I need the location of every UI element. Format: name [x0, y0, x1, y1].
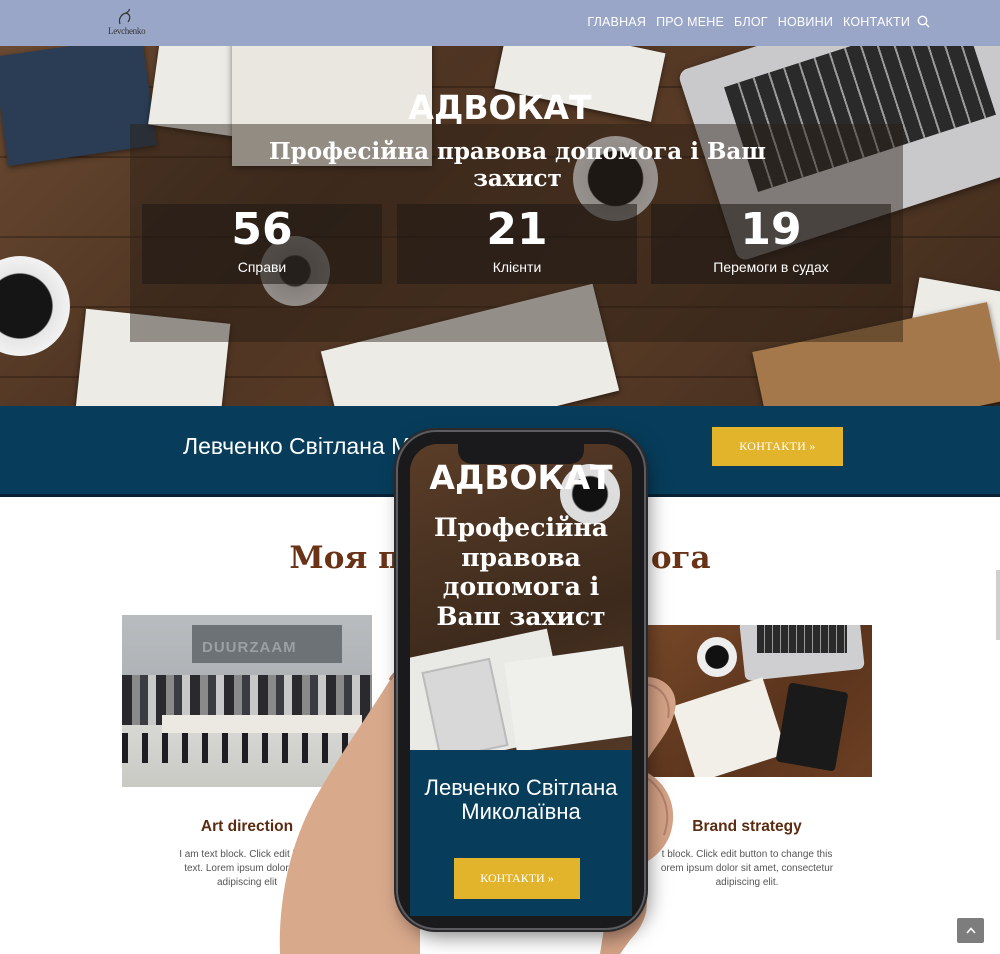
stat-label-cases: Справи — [237, 259, 287, 275]
lawyer-name: Левченко Світлана М — [183, 433, 411, 459]
stat-value-wins: 19 — [740, 204, 802, 255]
phone-lawyer-name: Левченко Світлана Миколаївна — [424, 775, 618, 824]
chevron-up-icon — [965, 927, 976, 934]
phone-hero-subtitle: Професійна правова допомога і Ваш захист — [434, 513, 608, 631]
phone-contacts-button[interactable]: КОНТАКТИ » — [454, 858, 580, 899]
logo[interactable]: Levchenko — [108, 8, 152, 38]
hero-subtitle: Професійна правова допомога і Ваш захист — [268, 138, 767, 192]
stat-value-cases: 56 — [231, 204, 293, 255]
page: АДВОКАТ Професійна правова допомога і Ва… — [0, 0, 1000, 954]
site-header: Levchenko ГЛАВНАЯ ПРО МЕНЕ БЛОГ НОВИНИ К… — [0, 0, 1000, 46]
search-icon[interactable] — [917, 15, 930, 33]
scroll-to-top-button[interactable] — [957, 918, 984, 943]
hero-title: АДВОКАТ — [408, 88, 592, 127]
nav-blog[interactable]: БЛОГ — [734, 15, 768, 29]
stat-value-clients: 21 — [486, 204, 548, 255]
contacts-button[interactable]: КОНТАКТИ » — [712, 427, 843, 466]
phone-notch — [458, 444, 584, 464]
main-nav: ГЛАВНАЯ ПРО МЕНЕ БЛОГ НОВИНИ КОНТАКТИ — [587, 15, 910, 29]
nav-home[interactable]: ГЛАВНАЯ — [587, 15, 646, 29]
nav-about[interactable]: ПРО МЕНЕ — [656, 15, 724, 29]
logo-icon — [118, 8, 131, 25]
nav-contacts[interactable]: КОНТАКТИ — [843, 15, 910, 29]
stat-label-clients: Клієнти — [492, 259, 542, 275]
logo-text: Levchenko — [108, 26, 146, 36]
nav-news[interactable]: НОВИНИ — [778, 15, 833, 29]
stat-label-wins: Перемоги в судах — [713, 259, 829, 275]
scrollbar-thumb[interactable] — [996, 570, 1000, 640]
